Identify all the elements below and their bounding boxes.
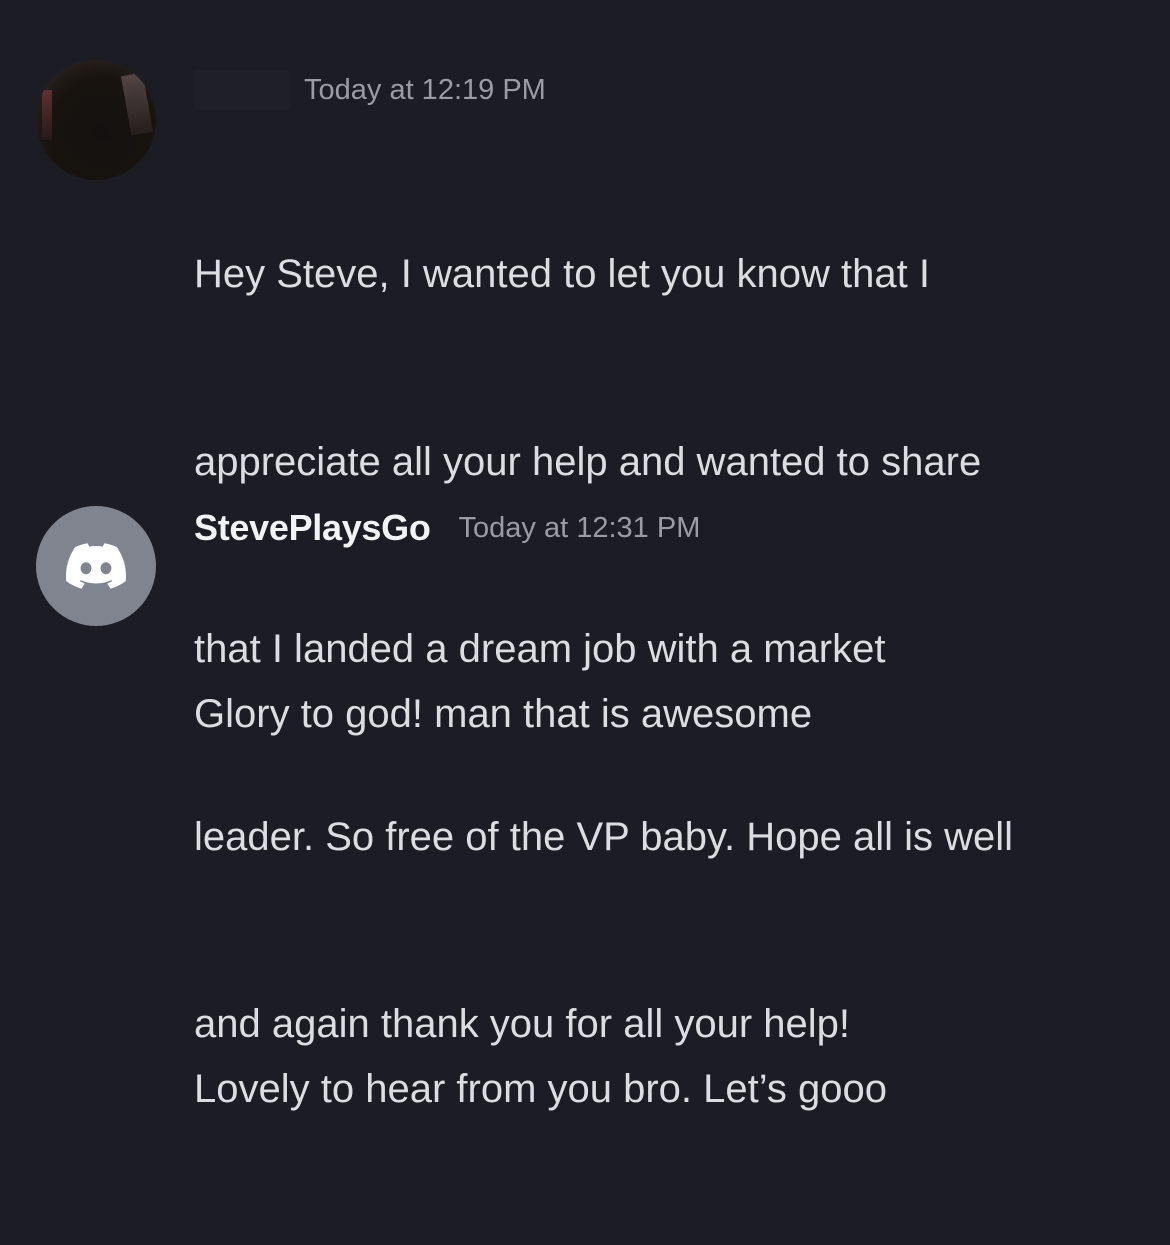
message-header: StevePlaysGo Today at 12:31 PM	[194, 506, 700, 550]
discord-logo-icon	[66, 543, 126, 589]
avatar[interactable]	[36, 60, 156, 180]
message-username[interactable]: StevePlaysGo	[194, 507, 431, 549]
username-redacted[interactable]	[194, 70, 290, 110]
message-line: appreciate all your help and wanted to s…	[194, 439, 982, 484]
avatar-photo-detail	[42, 90, 52, 140]
avatar[interactable]	[36, 506, 156, 626]
message-line: Glory to god! man that is awesome	[194, 692, 813, 736]
message-timestamp[interactable]: Today at 12:19 PM	[304, 74, 546, 107]
avatar-photo-detail	[120, 72, 154, 136]
message-content: Glory to god! man that is awesome Lovely…	[194, 558, 1144, 1245]
message-header: Today at 12:19 PM	[194, 68, 546, 112]
message-line: Hey Steve, I wanted to let you know that…	[194, 252, 930, 296]
message-line: Lovely to hear from you bro. Let’s gooo	[194, 1066, 888, 1111]
message-timestamp[interactable]: Today at 12:31 PM	[459, 512, 701, 545]
chat-log: Today at 12:19 PM Hey Steve, I wanted to…	[0, 0, 1170, 1111]
